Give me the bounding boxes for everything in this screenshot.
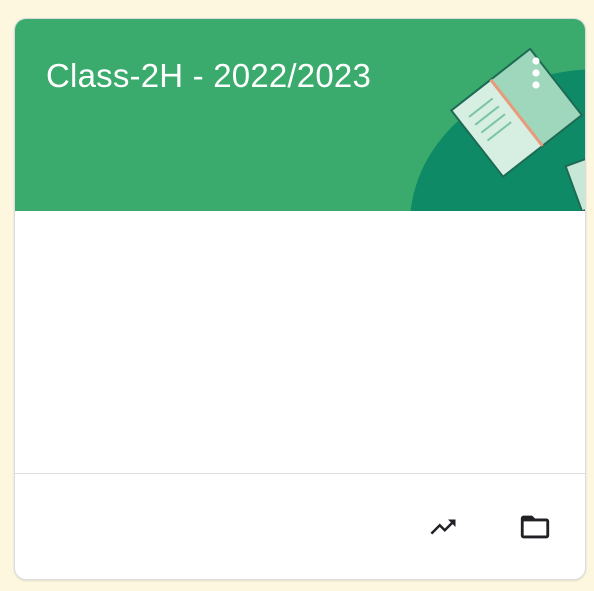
class-card-footer — [15, 474, 585, 579]
open-folder-button[interactable] — [511, 503, 559, 551]
more-vert-icon — [532, 57, 540, 89]
class-card-header[interactable]: Class-2H - 2022/2023 — [15, 19, 585, 211]
class-title[interactable]: Class-2H - 2022/2023 — [46, 57, 371, 95]
header-illustration — [410, 47, 585, 211]
class-card[interactable]: Class-2H - 2022/2023 — [14, 18, 586, 580]
class-card-body — [15, 211, 585, 473]
trending-up-icon — [430, 519, 456, 535]
more-options-button[interactable] — [518, 53, 554, 93]
progress-button[interactable] — [419, 503, 467, 551]
folder-icon — [520, 515, 550, 539]
